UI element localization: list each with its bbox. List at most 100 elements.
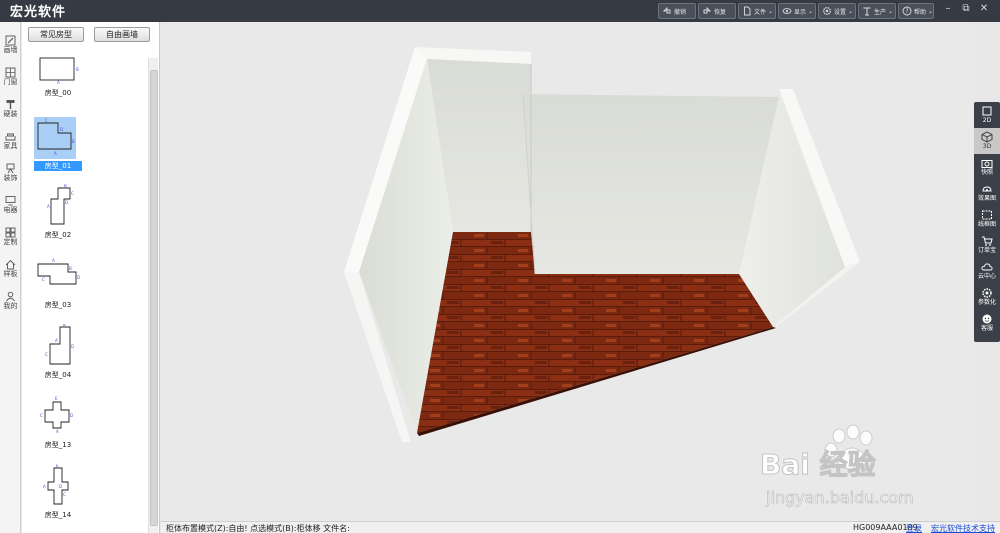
free-draw-wall-tab[interactable]: 自由画墙	[94, 27, 150, 42]
room-template-00[interactable]: A B 房型_00	[34, 54, 82, 98]
svg-text:D: D	[70, 413, 73, 418]
redo-icon	[703, 6, 712, 14]
produce-label: 生产	[874, 8, 887, 16]
room-template-03[interactable]: A D B C 房型_03	[34, 254, 82, 310]
category-furniture[interactable]: 家具	[0, 128, 21, 158]
customer-service-button[interactable]: 客服	[974, 310, 1000, 336]
category-hard-decor[interactable]: 硬装	[0, 96, 21, 126]
paint-roller-icon	[6, 100, 15, 109]
app-window: 宏光软件 撤销 恢复 文件 ⌄ 显示 ⌄ 设置 ⌄ 生产 ⌄ ? 帮助 ⌄ – …	[0, 0, 1000, 533]
category-mine[interactable]: 我的	[0, 288, 21, 318]
room-label: 房型_03	[44, 301, 72, 309]
room-template-04[interactable]: B A C D 房型_04	[34, 324, 82, 380]
svg-text:B: B	[76, 67, 79, 72]
category-decoration[interactable]: 装饰	[0, 160, 21, 190]
svg-text:D: D	[65, 200, 68, 205]
app-title: 宏光软件	[10, 5, 67, 20]
category-label: 门窗	[3, 78, 18, 86]
tool-label: 参数化	[977, 299, 996, 306]
service-icon	[982, 314, 992, 324]
room-shape-13: E A D C	[40, 396, 73, 434]
wireframe-button[interactable]: 线框图	[974, 206, 1000, 232]
category-appliance[interactable]: 电器	[0, 192, 21, 222]
snapshot-button[interactable]: 快照	[974, 154, 1000, 180]
tool-label: 快照	[980, 169, 993, 176]
category-draw-wall[interactable]: 画墙	[0, 32, 21, 62]
tool-label: 2D	[982, 117, 992, 124]
file-icon	[744, 6, 751, 16]
svg-text:?: ?	[905, 8, 908, 15]
cloud-center-button[interactable]: 云中心	[974, 258, 1000, 284]
common-rooms-tab[interactable]: 常见房型	[28, 27, 84, 42]
title-bar: 宏光软件 撤销 恢复 文件 ⌄ 显示 ⌄ 设置 ⌄ 生产 ⌄ ? 帮助 ⌄ – …	[0, 0, 1000, 22]
chevron-down-icon: ⌄	[888, 7, 894, 15]
tv-icon	[5, 196, 16, 206]
file-menu-button[interactable]: 文件 ⌄	[738, 3, 776, 19]
svg-text:D: D	[60, 127, 63, 132]
close-icon[interactable]: ✕	[977, 3, 991, 14]
tool-label: 3D	[982, 143, 992, 150]
category-label: 样板	[3, 270, 18, 278]
settings-menu-button[interactable]: 设置 ⌄	[818, 3, 856, 19]
order-button[interactable]: 订单宝	[974, 232, 1000, 258]
tool-label: 效果图	[977, 195, 996, 202]
tool-label: 云中心	[977, 273, 996, 280]
3d-viewport[interactable]	[161, 22, 973, 521]
category-label: 我的	[3, 302, 18, 310]
room-template-14[interactable]: E A D C 房型_14	[34, 464, 82, 520]
redo-button[interactable]: 恢复	[698, 3, 736, 19]
help-icon: ?	[902, 6, 912, 16]
view-3d-button[interactable]: 3D	[974, 128, 1000, 154]
svg-text:C: C	[40, 413, 43, 418]
room-template-01[interactable]: A B C D 房型_01	[34, 117, 82, 171]
view-2d-button[interactable]: 2D	[974, 102, 1000, 128]
minimize-icon[interactable]: –	[941, 3, 955, 14]
tool-label: 线框图	[977, 221, 996, 228]
gear-icon	[823, 7, 831, 15]
svg-text:D: D	[71, 344, 74, 349]
display-menu-button[interactable]: 显示 ⌄	[778, 3, 816, 19]
svg-text:A: A	[43, 484, 46, 489]
chevron-down-icon: ⌄	[768, 7, 774, 15]
room-template-13[interactable]: E A D C 房型_13	[34, 394, 82, 450]
render-icon	[982, 186, 992, 192]
category-door-window[interactable]: 门窗	[0, 64, 21, 94]
svg-text:C: C	[45, 352, 48, 357]
render-button[interactable]: 效果图	[974, 180, 1000, 206]
svg-text:D: D	[59, 484, 62, 489]
category-custom[interactable]: 定制	[0, 224, 21, 254]
svg-text:A: A	[55, 338, 58, 343]
login-link[interactable]: 登录	[906, 523, 922, 533]
room-list-scrollbar[interactable]	[148, 58, 158, 533]
tech-support-link[interactable]: 宏光软件技术支持	[931, 523, 995, 533]
room-shape-03: A D B C	[37, 258, 80, 285]
room-template-panel: 常见房型 自由画墙 A B 房型_00 A B C D 房型_01 B A C …	[22, 22, 160, 533]
category-label: 家具	[3, 142, 18, 150]
category-label: 装饰	[3, 174, 18, 182]
undo-button[interactable]: 撤销	[658, 3, 696, 19]
restore-icon[interactable]: ⧉	[959, 3, 973, 14]
parametric-button[interactable]: 参数化	[974, 284, 1000, 310]
svg-text:B: B	[72, 139, 75, 144]
pencil-icon	[5, 35, 16, 46]
produce-menu-button[interactable]: 生产 ⌄	[858, 3, 896, 19]
decor-icon	[6, 163, 15, 174]
wireframe-icon	[982, 210, 992, 220]
produce-icon	[863, 7, 871, 16]
help-label: 帮助	[914, 8, 927, 16]
svg-text:C: C	[71, 191, 74, 196]
room-3d-render	[344, 47, 860, 442]
room-label: 房型_13	[44, 441, 72, 449]
room-template-02[interactable]: B A C D 房型_02	[34, 184, 82, 240]
settings-label: 设置	[834, 8, 847, 16]
chevron-down-icon: ⌄	[928, 7, 934, 15]
room-shape-01: A B C D	[34, 117, 76, 159]
scroll-thumb[interactable]	[150, 70, 158, 526]
status-bar: 柜体布置模式(Z):自由! 点选模式(B):柜体移 文件名: HG009AAA0…	[161, 521, 1000, 533]
help-menu-button[interactable]: ? 帮助 ⌄	[898, 3, 934, 19]
room-label: 房型_04	[44, 371, 72, 379]
svg-text:A: A	[56, 429, 59, 434]
grid-icon	[5, 227, 16, 238]
chevron-down-icon: ⌄	[808, 7, 814, 15]
category-template[interactable]: 样板	[0, 256, 21, 286]
